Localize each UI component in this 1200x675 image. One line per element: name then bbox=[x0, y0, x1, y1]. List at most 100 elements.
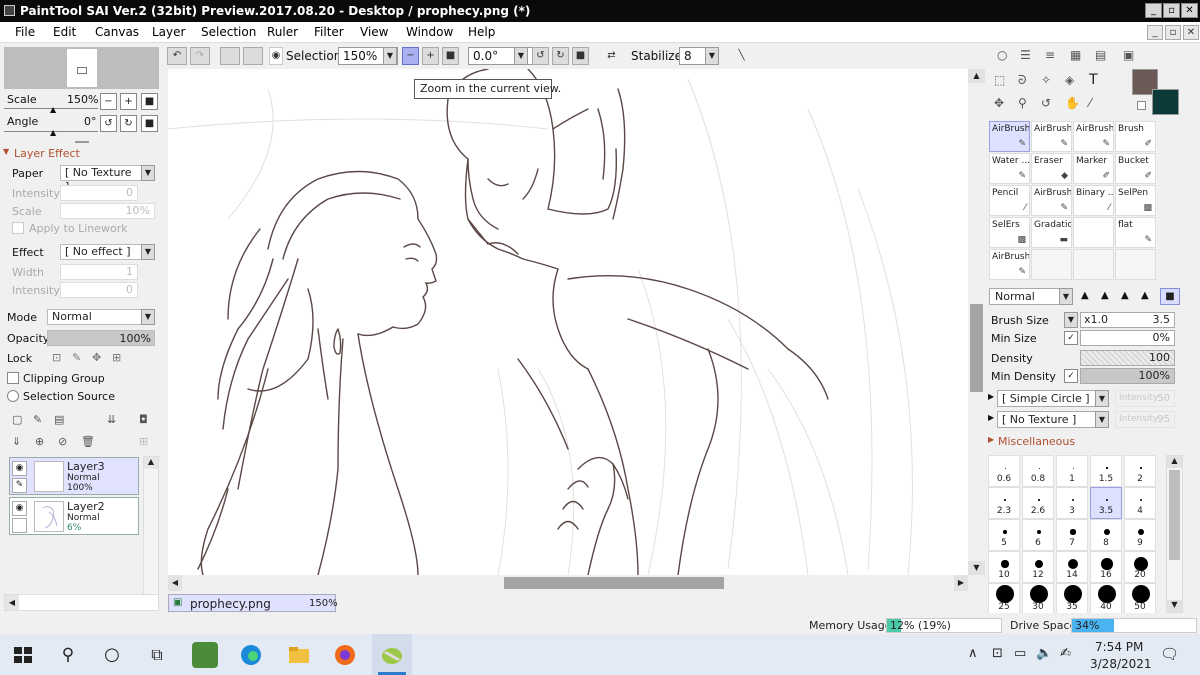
brush-size-preset[interactable]: 0.6 bbox=[988, 455, 1020, 487]
deselect-button[interactable] bbox=[220, 47, 240, 65]
invert-selection-button[interactable] bbox=[243, 47, 263, 65]
edge-browser-icon[interactable] bbox=[238, 642, 264, 668]
opacity-slider[interactable]: 100% bbox=[47, 330, 155, 346]
scroll-up-arrow[interactable]: ▲ bbox=[968, 69, 985, 83]
trash-icon[interactable]: 🗑 bbox=[81, 435, 95, 448]
doc-minimize-button[interactable]: _ bbox=[1147, 25, 1163, 40]
brush-slot[interactable]: Bucket ✐ bbox=[1115, 153, 1156, 184]
brush-size-preset[interactable]: 4 bbox=[1124, 487, 1156, 519]
tray-arrow-icon[interactable]: ∧ bbox=[968, 646, 978, 661]
scale-plus-button[interactable]: + bbox=[120, 93, 137, 110]
menu-canvas[interactable]: Canvas bbox=[95, 25, 139, 39]
mode-select[interactable]: Normal bbox=[47, 309, 142, 325]
rotate-left-button[interactable]: ↺ bbox=[532, 47, 549, 65]
color-swatches-icon[interactable]: ▦ bbox=[1070, 48, 1081, 62]
merge-down-icon[interactable]: ⇓ bbox=[12, 435, 21, 448]
size-grid-scrollbar[interactable]: ▲ ▼ bbox=[1166, 455, 1183, 613]
apply-linework-checkbox[interactable] bbox=[12, 222, 24, 234]
transparent-color-swatch[interactable] bbox=[1137, 101, 1146, 110]
scroll-up-arrow[interactable]: ▲ bbox=[144, 457, 158, 469]
navigator-preview[interactable] bbox=[4, 47, 159, 89]
brush-shape-dropdown[interactable]: ▼ bbox=[1095, 390, 1109, 407]
brush-slot[interactable]: AirBrush ✎ bbox=[1031, 185, 1072, 216]
brush-slot[interactable]: AirBrush ✎ bbox=[1073, 121, 1114, 152]
hand-tool-icon[interactable]: ✋ bbox=[1065, 96, 1080, 110]
tray-meet-icon[interactable]: ⊡ bbox=[992, 646, 1003, 661]
taskbar-active-app[interactable] bbox=[372, 634, 412, 675]
battery-icon[interactable]: ▭ bbox=[1014, 646, 1026, 661]
canvas-vscrollbar[interactable]: ▲ ▼ bbox=[968, 69, 985, 575]
brush-blend-dropdown[interactable]: ▼ bbox=[1059, 288, 1073, 305]
brush-size-preset[interactable]: 9 bbox=[1124, 519, 1156, 551]
brush-size-preset[interactable]: 8 bbox=[1090, 519, 1122, 551]
scroll-left-arrow[interactable]: ◀ bbox=[5, 595, 19, 610]
brush-size-preset[interactable]: 10 bbox=[988, 551, 1020, 583]
scale-minus-button[interactable]: − bbox=[100, 93, 117, 110]
expand-arrow-icon[interactable]: ▶ bbox=[988, 435, 994, 444]
new-folder-icon[interactable]: ▤ bbox=[54, 413, 64, 426]
texture-intensity-field[interactable]: Intensity 95 bbox=[1115, 411, 1175, 428]
transfer-down-icon[interactable]: ⇊ bbox=[107, 413, 116, 426]
lock-all-icon[interactable]: ⊞ bbox=[112, 351, 121, 364]
brush-size-preset[interactable]: 3 bbox=[1056, 487, 1088, 519]
brush-shape-4-icon[interactable]: ▲ bbox=[1141, 290, 1149, 301]
brush-texture-dropdown[interactable]: ▼ bbox=[1095, 411, 1109, 428]
lock-paint-icon[interactable]: ✎ bbox=[72, 351, 81, 364]
layer-lock-box[interactable] bbox=[12, 518, 27, 533]
effect-select[interactable]: [ No effect ] bbox=[60, 244, 142, 260]
angle-reset-button[interactable]: ■ bbox=[141, 115, 158, 132]
texture-scale-field[interactable]: 10% bbox=[60, 203, 155, 219]
scale-slider-thumb[interactable]: ▲ bbox=[50, 105, 56, 114]
rotation-field[interactable]: 0.0° bbox=[468, 47, 540, 65]
brush-slot[interactable]: Pencil ⁄ bbox=[989, 185, 1030, 216]
selection-source-checkbox[interactable] bbox=[7, 390, 19, 402]
brush-size-preset[interactable]: 5 bbox=[988, 519, 1020, 551]
pen-icon[interactable]: ✍ bbox=[1060, 646, 1071, 661]
brush-shape-1-icon[interactable]: ▲ bbox=[1081, 290, 1089, 301]
rotate-tool-icon[interactable]: ↺ bbox=[1041, 96, 1051, 110]
paper-select[interactable]: [ No Texture ] bbox=[60, 165, 142, 193]
canvas-hscrollbar[interactable]: ◀ ▶ bbox=[168, 575, 968, 591]
mode-dropdown[interactable]: ▼ bbox=[141, 309, 155, 325]
brush-size-preset[interactable]: 40 bbox=[1090, 583, 1122, 613]
rotate-right-small-button[interactable]: ↻ bbox=[120, 115, 137, 132]
brush-size-preset[interactable]: 12 bbox=[1022, 551, 1054, 583]
brush-size-preset[interactable]: 50 bbox=[1124, 583, 1156, 613]
doc-close-button[interactable]: ✕ bbox=[1183, 25, 1199, 40]
shape-intensity-field[interactable]: Intensity 50 bbox=[1115, 390, 1175, 407]
brush-slot[interactable]: Marker ✐ bbox=[1073, 153, 1114, 184]
color-rgb-icon[interactable]: ≡ bbox=[1045, 48, 1055, 62]
move-tool-icon[interactable]: ✥ bbox=[994, 96, 1004, 110]
minimize-button[interactable]: _ bbox=[1145, 3, 1162, 18]
menu-layer[interactable]: Layer bbox=[152, 25, 185, 39]
empty-brush-slot[interactable] bbox=[1031, 249, 1072, 280]
brush-slot[interactable]: Brush ✐ bbox=[1115, 121, 1156, 152]
brush-slot[interactable]: SelPen ▩ bbox=[1115, 185, 1156, 216]
lock-transparency-icon[interactable]: ⊡ bbox=[52, 351, 61, 364]
brush-size-multiplier-dropdown[interactable]: ▼ bbox=[1064, 312, 1078, 328]
scroll-left-arrow[interactable]: ◀ bbox=[168, 575, 182, 591]
menu-edit[interactable]: Edit bbox=[53, 25, 76, 39]
brush-size-preset[interactable]: 20 bbox=[1124, 551, 1156, 583]
layer-effect-header[interactable]: Layer Effect bbox=[14, 147, 80, 160]
brush-slot[interactable]: AirBrush ✎ bbox=[989, 121, 1030, 152]
brush-slot[interactable]: flat ✎ bbox=[1115, 217, 1156, 248]
straight-line-icon[interactable]: ╲ bbox=[733, 47, 750, 65]
zoom-in-button[interactable]: + bbox=[422, 47, 439, 65]
brush-size-preset[interactable]: 16 bbox=[1090, 551, 1122, 583]
brush-size-preset[interactable]: 35 bbox=[1056, 583, 1088, 613]
density-slider[interactable]: 100 bbox=[1080, 350, 1175, 366]
miscellaneous-header[interactable]: Miscellaneous bbox=[998, 435, 1075, 448]
menu-window[interactable]: Window bbox=[406, 25, 453, 39]
layer-item-layer2[interactable]: ◉ Layer2 Normal 6% bbox=[9, 497, 139, 535]
clear-layer-icon[interactable]: ⊘ bbox=[58, 435, 67, 448]
photos-app-icon[interactable] bbox=[192, 642, 218, 668]
rotation-dropdown[interactable]: ▼ bbox=[514, 47, 528, 65]
color-scratchpad-icon[interactable]: ▤ bbox=[1095, 48, 1106, 62]
empty-brush-slot[interactable] bbox=[1115, 249, 1156, 280]
drawing-canvas[interactable] bbox=[168, 69, 968, 575]
menu-ruler[interactable]: Ruler bbox=[267, 25, 298, 39]
collapse-arrow-icon[interactable]: ▼ bbox=[3, 147, 9, 156]
menu-view[interactable]: View bbox=[360, 25, 388, 39]
brush-size-preset[interactable]: 1 bbox=[1056, 455, 1088, 487]
